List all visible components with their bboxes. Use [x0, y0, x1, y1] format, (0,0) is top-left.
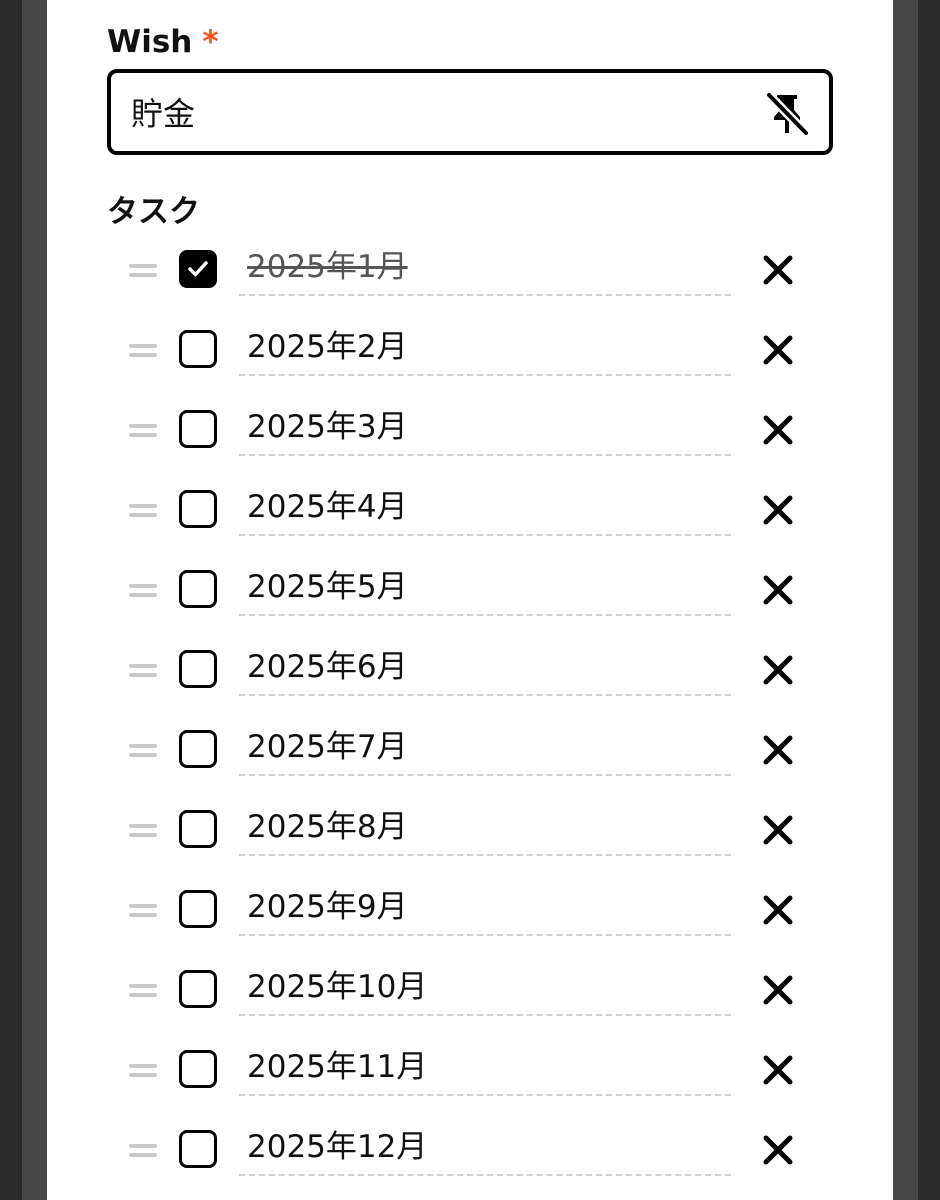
task-label: 2025年6月: [247, 649, 408, 685]
drag-handle-icon[interactable]: [127, 1058, 159, 1084]
task-text-field[interactable]: 2025年3月: [239, 398, 731, 456]
drag-handle-icon[interactable]: [127, 738, 159, 764]
unpin-button[interactable]: [763, 90, 811, 138]
close-icon: [763, 255, 793, 285]
close-icon: [763, 415, 793, 445]
task-text-field[interactable]: 2025年1月: [239, 238, 731, 296]
delete-task-button[interactable]: [763, 1135, 793, 1165]
task-label: 2025年3月: [247, 409, 408, 445]
close-icon: [763, 1055, 793, 1085]
task-text-field[interactable]: 2025年7月: [239, 718, 731, 776]
task-text-field[interactable]: 2025年12月: [239, 1118, 731, 1176]
task-text-field[interactable]: 2025年8月: [239, 798, 731, 856]
close-icon: [763, 335, 793, 365]
delete-task-button[interactable]: [763, 735, 793, 765]
task-checkbox[interactable]: [179, 410, 217, 448]
drag-handle-icon[interactable]: [127, 898, 159, 924]
close-icon: [763, 1135, 793, 1165]
task-text-field[interactable]: 2025年5月: [239, 558, 731, 616]
task-checkbox[interactable]: [179, 650, 217, 688]
task-text-field[interactable]: 2025年4月: [239, 478, 731, 536]
delete-task-button[interactable]: [763, 575, 793, 605]
task-row-7: 2025年7月: [47, 710, 893, 790]
task-checkbox[interactable]: [179, 1130, 217, 1168]
wish-label-text: Wish: [107, 24, 193, 60]
delete-task-button[interactable]: [763, 655, 793, 685]
task-label: 2025年2月: [247, 329, 408, 365]
task-label: 2025年10月: [247, 969, 428, 1005]
drag-handle-icon[interactable]: [127, 818, 159, 844]
task-row-12: 2025年12月: [47, 1110, 893, 1190]
drag-handle-icon[interactable]: [127, 978, 159, 1004]
task-text-field[interactable]: 2025年6月: [239, 638, 731, 696]
task-checkbox[interactable]: [179, 730, 217, 768]
task-label: 2025年4月: [247, 489, 408, 525]
close-icon: [763, 655, 793, 685]
close-icon: [763, 895, 793, 925]
task-text-field[interactable]: 2025年9月: [239, 878, 731, 936]
delete-task-button[interactable]: [763, 335, 793, 365]
task-checkbox[interactable]: [179, 890, 217, 928]
delete-task-button[interactable]: [763, 255, 793, 285]
task-row-5: 2025年5月: [47, 550, 893, 630]
delete-task-button[interactable]: [763, 495, 793, 525]
drag-handle-icon[interactable]: [127, 658, 159, 684]
task-label: 2025年1月: [247, 249, 408, 285]
window-edge-right: [918, 0, 940, 1200]
task-row-6: 2025年6月: [47, 630, 893, 710]
pin-off-icon: [764, 90, 811, 138]
task-text-field[interactable]: 2025年10月: [239, 958, 731, 1016]
delete-task-button[interactable]: [763, 975, 793, 1005]
wish-field-label: Wish *: [107, 22, 219, 62]
task-checkbox[interactable]: [179, 570, 217, 608]
task-row-11: 2025年11月: [47, 1030, 893, 1110]
task-label: 2025年9月: [247, 889, 408, 925]
task-checkbox[interactable]: [179, 810, 217, 848]
drag-handle-icon[interactable]: [127, 338, 159, 364]
task-row-8: 2025年8月: [47, 790, 893, 870]
task-checkbox[interactable]: [179, 330, 217, 368]
task-text-field[interactable]: 2025年11月: [239, 1038, 731, 1096]
task-label: 2025年11月: [247, 1049, 428, 1085]
task-row-1: 2025年1月: [47, 230, 893, 310]
delete-task-button[interactable]: [763, 415, 793, 445]
task-row-10: 2025年10月: [47, 950, 893, 1030]
drag-handle-icon[interactable]: [127, 498, 159, 524]
drag-handle-icon[interactable]: [127, 418, 159, 444]
task-checkbox[interactable]: [179, 490, 217, 528]
task-label: 2025年5月: [247, 569, 408, 605]
wish-form-panel: Wish* タスク 2025年1月 2025年2月: [47, 0, 893, 1200]
checkmark-icon: [188, 261, 208, 277]
task-row-4: 2025年4月: [47, 470, 893, 550]
close-icon: [763, 495, 793, 525]
task-label: 2025年12月: [247, 1129, 428, 1165]
task-row-3: 2025年3月: [47, 390, 893, 470]
delete-task-button[interactable]: [763, 895, 793, 925]
close-icon: [763, 975, 793, 1005]
task-label: 2025年8月: [247, 809, 408, 845]
delete-task-button[interactable]: [763, 815, 793, 845]
task-text-field[interactable]: 2025年2月: [239, 318, 731, 376]
close-icon: [763, 815, 793, 845]
task-checkbox[interactable]: [179, 1050, 217, 1088]
delete-task-button[interactable]: [763, 1055, 793, 1085]
drag-handle-icon[interactable]: [127, 578, 159, 604]
close-icon: [763, 735, 793, 765]
task-checkbox[interactable]: [179, 250, 217, 288]
task-label: 2025年7月: [247, 729, 408, 765]
window-edge-left: [0, 0, 22, 1200]
close-icon: [763, 575, 793, 605]
wish-input[interactable]: [131, 85, 741, 139]
wish-field: [107, 69, 833, 155]
task-checkbox[interactable]: [179, 970, 217, 1008]
required-asterisk: *: [202, 24, 219, 60]
drag-handle-icon[interactable]: [127, 1138, 159, 1164]
tasks-heading: タスク: [107, 194, 200, 230]
task-row-2: 2025年2月: [47, 310, 893, 390]
drag-handle-icon[interactable]: [127, 258, 159, 284]
task-row-9: 2025年9月: [47, 870, 893, 950]
task-list: 2025年1月 2025年2月 2025年3月 2025年4月 2025年5月 …: [47, 230, 893, 1190]
